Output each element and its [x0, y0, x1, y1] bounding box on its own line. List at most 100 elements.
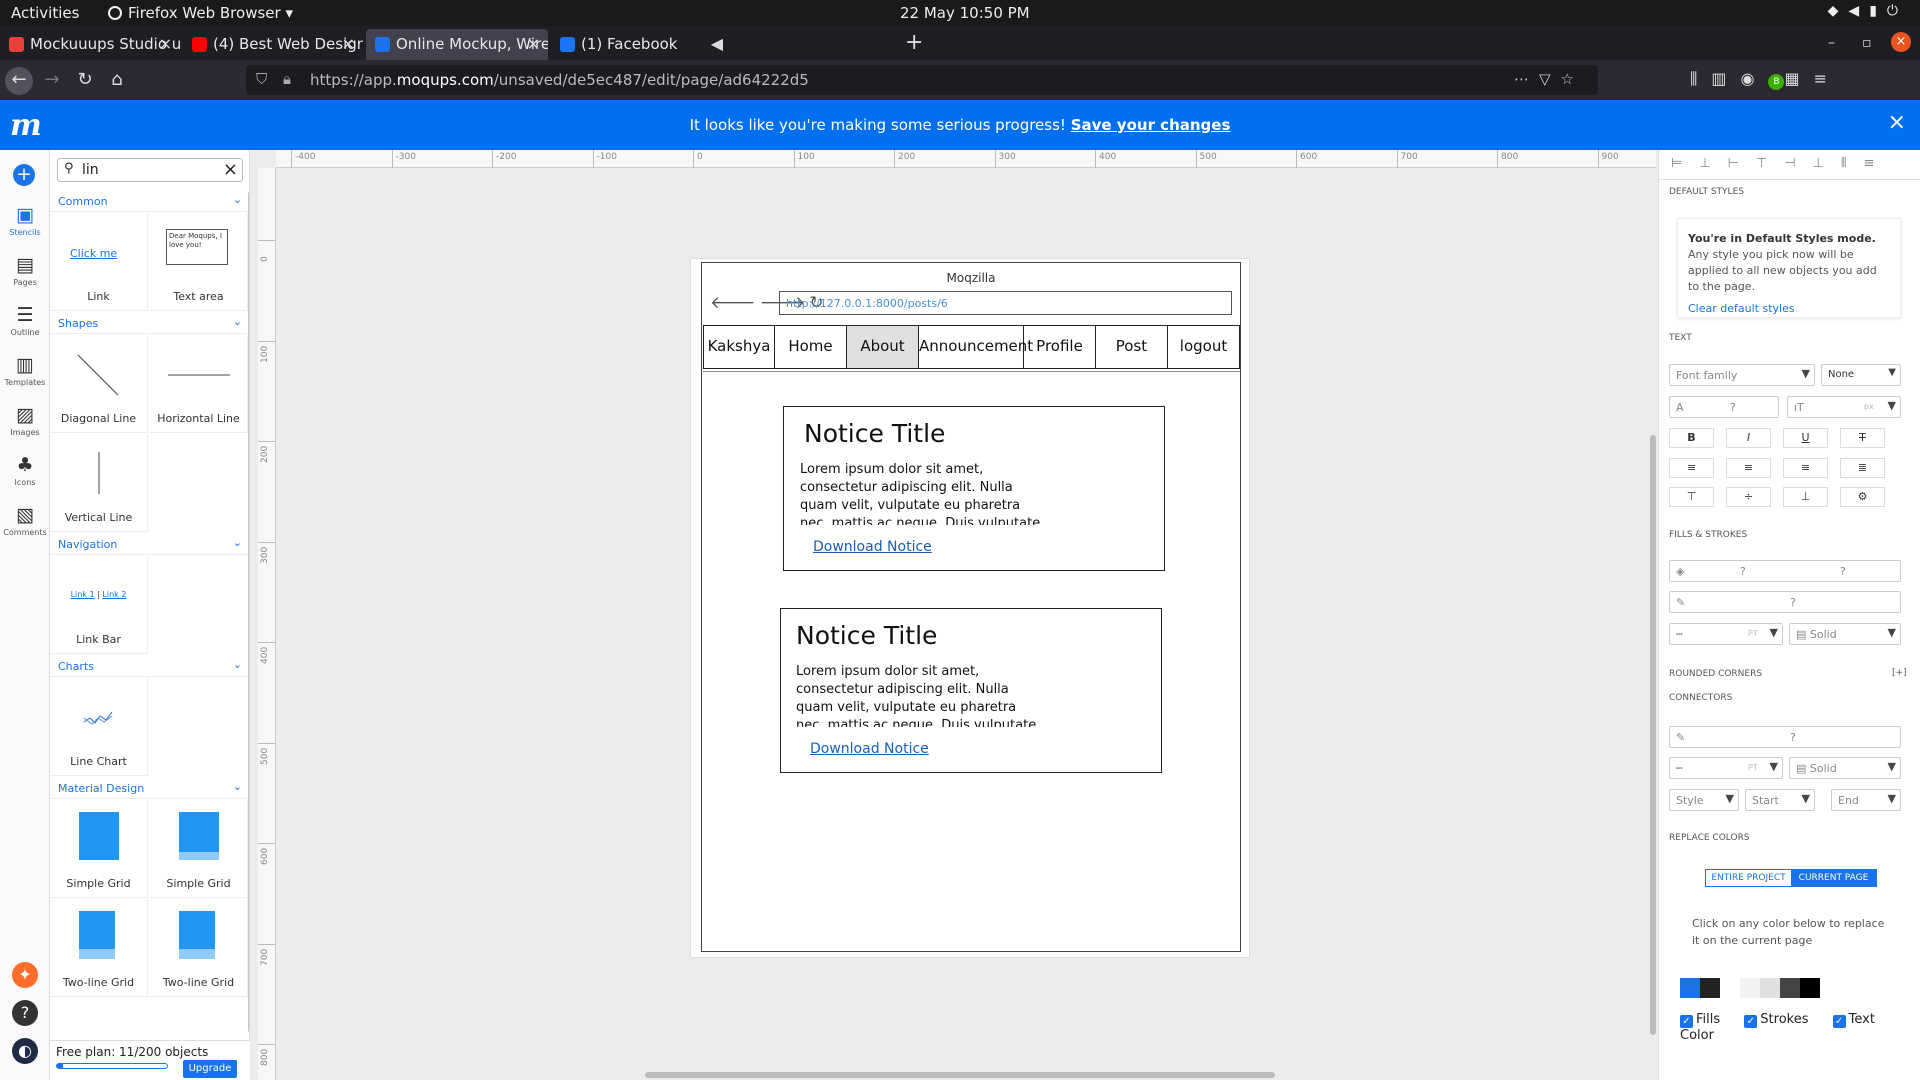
- menu-item-about[interactable]: About: [847, 326, 919, 368]
- sidebar-icon[interactable]: ▥: [1711, 69, 1740, 88]
- connector-start-select[interactable]: Start ▼: [1745, 789, 1815, 811]
- section-charts[interactable]: Charts ⌄: [50, 655, 249, 677]
- tab-entire-project[interactable]: ENTIRE PROJECT: [1706, 870, 1791, 886]
- gift-icon[interactable]: ✦: [12, 962, 38, 988]
- section-navigation[interactable]: Navigation ⌄: [50, 533, 249, 555]
- underline-button[interactable]: U: [1783, 428, 1828, 448]
- rail-icons[interactable]: ♣ Icons: [0, 454, 50, 487]
- section-common[interactable]: Common ⌄: [50, 190, 249, 212]
- align-left-icon[interactable]: ⊨: [1671, 156, 1699, 171]
- notice-card[interactable]: Notice Title Lorem ipsum dolor sit amet,…: [783, 406, 1165, 571]
- color-swatch[interactable]: [1740, 978, 1760, 998]
- stencil-two-line-grid[interactable]: Two-line Grid: [150, 899, 248, 997]
- close-tab-icon[interactable]: ×: [159, 34, 172, 53]
- pocket-icon[interactable]: ▽: [1539, 70, 1561, 88]
- stencil-two-line-grid[interactable]: Two-line Grid: [50, 899, 148, 997]
- browser-tab[interactable]: (1) Facebook ◀: [551, 29, 731, 60]
- stencil-search-input[interactable]: ⚲ lin ×: [57, 158, 243, 182]
- fills-checkbox[interactable]: ✓ Fills: [1680, 1012, 1730, 1028]
- menu-item-profile[interactable]: Profile: [1024, 326, 1096, 368]
- font-size-field[interactable]: ıT px ▼: [1787, 396, 1901, 418]
- stencil-vertical-line[interactable]: Vertical Line: [50, 434, 148, 532]
- browser-tab-active[interactable]: Online Mockup, Wirefran ×: [366, 29, 548, 60]
- canvas-vertical-scrollbar[interactable]: [1650, 435, 1656, 1035]
- distribute-h-icon[interactable]: ⫴: [1841, 156, 1863, 171]
- extension-icon[interactable]: B: [1768, 74, 1785, 90]
- align-top-icon[interactable]: ⊤: [1756, 156, 1784, 171]
- stroke-color-field[interactable]: ✎?: [1669, 591, 1901, 613]
- align-center-icon[interactable]: ⊥: [1699, 156, 1727, 171]
- justify-text-button[interactable]: ≣: [1840, 458, 1885, 478]
- font-weight-select[interactable]: None ▼: [1821, 364, 1901, 386]
- browser-tab[interactable]: Mockuuups Studio ubunt ×: [0, 29, 180, 60]
- clear-search-icon[interactable]: ×: [223, 159, 238, 180]
- account-icon[interactable]: ◉: [1741, 69, 1769, 88]
- add-button[interactable]: +: [13, 164, 35, 186]
- align-right-icon[interactable]: ⊢: [1728, 156, 1756, 171]
- valign-top-button[interactable]: ⊤: [1669, 487, 1714, 507]
- stencil-link[interactable]: Click me Link: [50, 213, 148, 311]
- italic-button[interactable]: I: [1726, 428, 1771, 448]
- upgrade-button[interactable]: Upgrade: [183, 1060, 237, 1078]
- color-swatch[interactable]: [1720, 978, 1740, 998]
- color-swatch[interactable]: [1780, 978, 1800, 998]
- stencil-diagonal-line[interactable]: Diagonal Line: [50, 335, 148, 433]
- mute-tab-icon[interactable]: ◀: [711, 34, 723, 53]
- menu-item-kakshya[interactable]: Kakshya: [704, 326, 775, 368]
- fill-color-field[interactable]: ◈??: [1669, 560, 1901, 582]
- help-icon[interactable]: ?: [12, 1000, 38, 1026]
- align-text-right-button[interactable]: ≡: [1783, 458, 1828, 478]
- menu-item-home[interactable]: Home: [775, 326, 847, 368]
- rail-outline[interactable]: ☰ Outline: [0, 304, 50, 337]
- rail-templates[interactable]: ▥ Templates: [0, 354, 50, 387]
- color-swatch[interactable]: [1760, 978, 1780, 998]
- connector-color-field[interactable]: ✎?: [1669, 726, 1901, 748]
- browser-wireframe[interactable]: Moqzilla 🡐🡒↻ http://127.0.0.1:8000/posts…: [701, 262, 1241, 952]
- color-swatch[interactable]: [1680, 978, 1700, 998]
- reload-button[interactable]: ↻: [71, 67, 99, 95]
- canvas-horizontal-scrollbar[interactable]: [645, 1072, 1275, 1078]
- connector-line-style-select[interactable]: Style ▼: [1669, 789, 1739, 811]
- lock-icon[interactable]: 🔒︎: [283, 70, 291, 88]
- app-menu[interactable]: Firefox Web Browser ▾: [108, 4, 293, 22]
- home-button[interactable]: ⌂: [103, 67, 131, 95]
- connector-end-select[interactable]: End ▼: [1831, 789, 1901, 811]
- font-family-select[interactable]: Font family ▼: [1669, 364, 1815, 386]
- maximize-window-button[interactable]: ▫: [1862, 35, 1872, 51]
- activities-button[interactable]: Activities: [11, 4, 79, 22]
- close-banner-icon[interactable]: ×: [1888, 110, 1906, 135]
- bold-button[interactable]: B: [1669, 428, 1714, 448]
- stencil-line-chart[interactable]: Line Chart: [50, 678, 148, 776]
- menu-item-logout[interactable]: logout: [1168, 326, 1239, 368]
- tab-current-page[interactable]: CURRENT PAGE: [1791, 870, 1876, 886]
- color-swatch[interactable]: [1700, 978, 1720, 998]
- distribute-v-icon[interactable]: ≡: [1863, 156, 1891, 171]
- rail-comments[interactable]: ▧ Comments: [0, 504, 50, 537]
- stroke-width-field[interactable]: ┅ PT ▼: [1669, 623, 1783, 645]
- clock[interactable]: 22 May 10:50 PM: [900, 4, 1030, 22]
- extensions-icon[interactable]: ▦: [1784, 69, 1813, 88]
- stencil-link-bar[interactable]: Link 1 | Link 2 Link Bar: [50, 556, 148, 654]
- section-shapes[interactable]: Shapes ⌄: [50, 312, 249, 334]
- align-text-center-button[interactable]: ≡: [1726, 458, 1771, 478]
- download-notice-link[interactable]: Download Notice: [810, 741, 929, 757]
- connector-width-field[interactable]: ┅ PT ▼: [1669, 757, 1783, 779]
- stencil-simple-grid[interactable]: Simple Grid: [150, 800, 248, 898]
- back-button[interactable]: ←: [5, 67, 33, 95]
- browser-tab[interactable]: (4) Best Web Design App ×: [183, 29, 363, 60]
- stroke-style-select[interactable]: ▤ Solid ▼: [1789, 623, 1901, 645]
- section-material-design[interactable]: Material Design ⌄: [50, 777, 249, 799]
- forward-button[interactable]: →: [38, 67, 66, 95]
- rail-images[interactable]: ▨ Images: [0, 404, 50, 437]
- library-icon[interactable]: ⫼: [1690, 69, 1711, 88]
- close-tab-icon[interactable]: ×: [342, 34, 355, 53]
- close-window-button[interactable]: ×: [1891, 32, 1911, 52]
- wireframe-url-field[interactable]: http://127.0.0.1:8000/posts/6: [779, 291, 1232, 315]
- tracking-shield-icon[interactable]: ⛉: [256, 70, 267, 88]
- align-bottom-icon[interactable]: ⊥: [1813, 156, 1841, 171]
- url-bar[interactable]: ⛉ 🔒︎ https://app.moqups.com/unsaved/de5e…: [246, 65, 1598, 95]
- stencil-simple-grid[interactable]: Simple Grid: [50, 800, 148, 898]
- download-notice-link[interactable]: Download Notice: [813, 539, 932, 555]
- menu-item-announcement[interactable]: Announcement: [919, 326, 1033, 368]
- menu-icon[interactable]: ≡: [1814, 69, 1841, 88]
